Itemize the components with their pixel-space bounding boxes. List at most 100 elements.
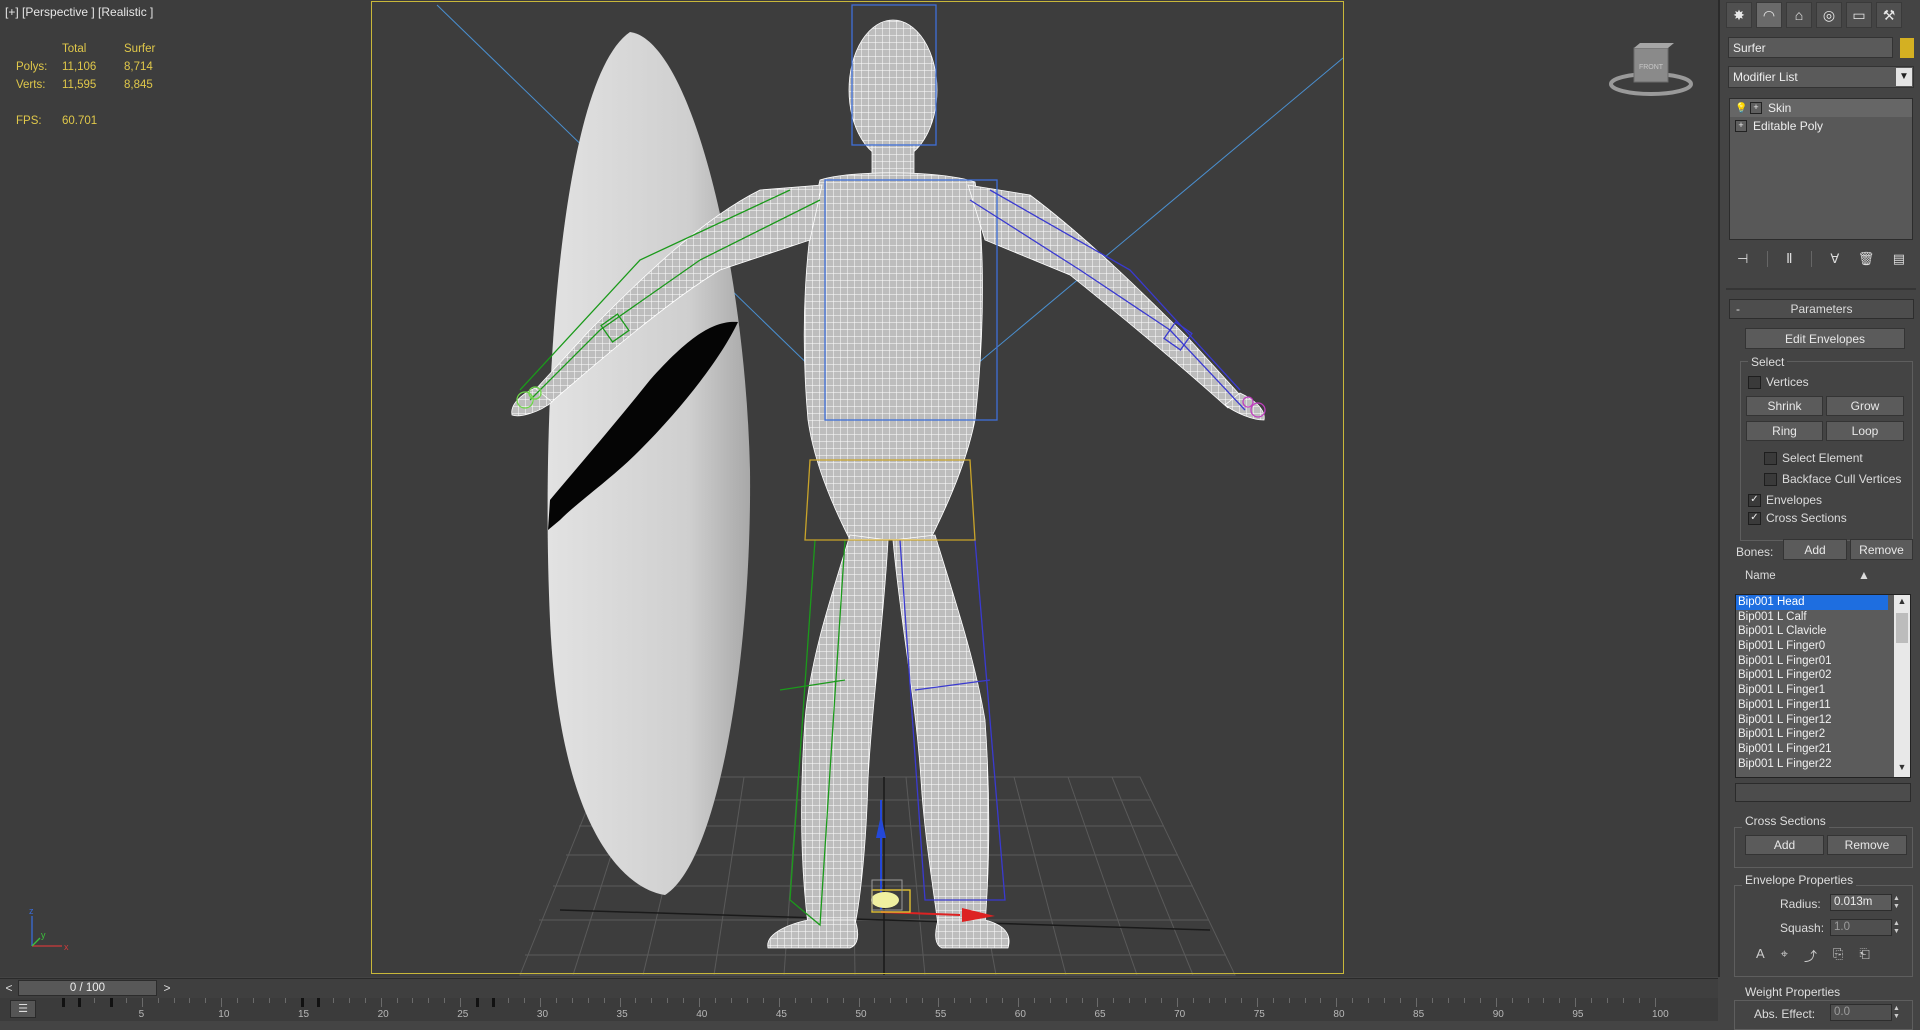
list-item[interactable]: Bip001 L Finger22 (1736, 757, 1910, 772)
list-item[interactable]: Bip001 L Clavicle (1736, 624, 1910, 639)
name-column-header[interactable]: Name (1745, 570, 1776, 582)
backface-cull-checkbox[interactable]: Backface Cull Vertices (1764, 472, 1901, 486)
ring-button[interactable]: Ring (1746, 421, 1823, 441)
keyframe-marker[interactable] (476, 998, 480, 1007)
scroll-thumb[interactable] (1896, 613, 1908, 643)
scene-render[interactable] (0, 0, 1718, 977)
expand-icon[interactable]: + (1750, 102, 1762, 114)
list-item[interactable]: Bip001 L Finger11 (1736, 698, 1910, 713)
configure-sets-icon[interactable]: ▤ (1893, 251, 1905, 267)
list-item[interactable]: Bip001 L Finger12 (1736, 713, 1910, 728)
loop-button[interactable]: Loop (1826, 421, 1904, 441)
track-bar[interactable]: ☰ 5 10 15 20 25 30 35 40 45 50 55 60 65 70 75 80 85 90 95 1… (0, 998, 1718, 1021)
keyframe-marker[interactable] (300, 998, 304, 1007)
scroll-up-icon[interactable]: ▲ (1894, 596, 1910, 610)
make-unique-icon[interactable]: ∀ (1830, 251, 1839, 267)
list-item[interactable]: Bip001 L Calf (1736, 610, 1910, 625)
absolute-relative-icon[interactable]: A (1756, 946, 1765, 964)
shrink-button[interactable]: Shrink (1746, 396, 1823, 416)
grow-button[interactable]: Grow (1826, 396, 1904, 416)
stack-item-editable-poly[interactable]: + Editable Poly (1730, 117, 1912, 135)
perspective-viewport[interactable]: [+] [Perspective ] [Realistic ] Total Su… (0, 0, 1720, 977)
squash-spinner[interactable]: 1.0 ▲ ▼ (1830, 919, 1900, 936)
checkbox-box[interactable] (1748, 375, 1761, 389)
modifier-list-dropdown[interactable]: Modifier List ▼ (1728, 66, 1914, 88)
radius-spinner[interactable]: 0.013m ▲ ▼ (1830, 894, 1900, 911)
list-item[interactable]: Bip001 L Finger21 (1736, 742, 1910, 757)
edit-envelopes-button[interactable]: Edit Envelopes (1745, 328, 1905, 349)
cross-sections-checkbox[interactable]: ✓ Cross Sections (1748, 511, 1847, 525)
keyframe-marker[interactable] (316, 998, 320, 1007)
viewcube[interactable]: FRONT (1606, 40, 1696, 100)
show-end-result-icon[interactable]: Ⅱ (1786, 251, 1792, 267)
modify-tab-icon[interactable]: ◠ (1756, 2, 1782, 28)
list-item[interactable]: Bip001 L Finger1 (1736, 683, 1910, 698)
checkbox-box[interactable] (1764, 451, 1777, 465)
time-slider[interactable]: < 0 / 100 > (0, 978, 1718, 998)
falloff-icon[interactable]: ⤴ (1804, 946, 1817, 964)
collapse-icon[interactable]: - (1736, 300, 1740, 318)
pin-stack-icon[interactable]: ⊣ (1737, 251, 1748, 267)
curve-editor-icon[interactable]: ☰ (10, 1000, 36, 1018)
stack-item-skin[interactable]: 💡 + Skin (1730, 99, 1912, 117)
add-bone-button[interactable]: Add (1783, 539, 1847, 560)
paste-envelope-icon[interactable]: ⎗ (1859, 946, 1869, 964)
remove-cross-section-button[interactable]: Remove (1827, 835, 1907, 855)
add-cross-section-button[interactable]: Add (1745, 835, 1824, 855)
vertices-checkbox[interactable]: Vertices (1748, 375, 1809, 389)
remove-modifier-icon[interactable]: 🗑 (1858, 251, 1875, 267)
timeline-frame-label: 80 (1333, 1009, 1345, 1020)
viewport-label-menu[interactable]: [+] [Perspective ] [Realistic ] (5, 5, 153, 19)
motion-tab-icon[interactable]: ◎ (1816, 2, 1842, 28)
spinner-arrows-icon[interactable]: ▲ ▼ (1893, 895, 1904, 911)
list-item[interactable]: Bip001 Head (1736, 595, 1888, 610)
list-item[interactable]: Bip001 L Finger0 (1736, 639, 1910, 654)
keyframe-marker[interactable] (77, 998, 81, 1007)
bone-list-scrollbar[interactable]: ▲ ▼ (1894, 595, 1910, 777)
envelopes-checkbox[interactable]: ✓ Envelopes (1748, 493, 1822, 507)
sort-ascending-icon[interactable]: ▲ (1858, 568, 1870, 582)
remove-bone-button[interactable]: Remove (1850, 539, 1913, 560)
list-item[interactable]: Bip001 L Finger2 (1736, 727, 1910, 742)
utilities-tab-icon[interactable]: ⚒ (1876, 2, 1902, 28)
next-frame-button[interactable]: > (160, 980, 174, 996)
display-tab-icon[interactable]: ▭ (1846, 2, 1872, 28)
radius-value[interactable]: 0.013m (1834, 896, 1872, 908)
abs-effect-value[interactable]: 0.0 (1834, 1006, 1850, 1018)
checkmark-icon[interactable]: ✓ (1748, 511, 1761, 525)
object-color-swatch[interactable] (1900, 38, 1914, 58)
time-slider-thumb[interactable]: 0 / 100 (18, 980, 157, 996)
viewcube-face-label: FRONT (1639, 64, 1664, 71)
timeline-tick (332, 998, 334, 1003)
bone-list-header[interactable]: Name ▲ (1737, 566, 1897, 586)
parameters-rollout-header[interactable]: - Parameters (1729, 299, 1914, 319)
checkmark-icon[interactable]: ✓ (1748, 493, 1761, 507)
keyframe-marker[interactable] (109, 998, 113, 1007)
list-item[interactable]: Bip001 L Finger02 (1736, 668, 1910, 683)
copy-envelope-icon[interactable]: ⎘ (1833, 946, 1843, 964)
envelope-visible-icon[interactable]: ⌖ (1781, 946, 1788, 964)
bone-name-filter-field[interactable] (1735, 783, 1911, 802)
squash-value[interactable]: 1.0 (1834, 921, 1850, 933)
keyframe-marker[interactable] (492, 998, 496, 1007)
object-name-field[interactable] (1728, 37, 1893, 58)
lightbulb-icon[interactable]: 💡 (1735, 103, 1747, 114)
keyframe-marker[interactable] (62, 998, 65, 1007)
hierarchy-tab-icon[interactable]: ⌂ (1786, 2, 1812, 28)
timeline-tick (1336, 998, 1338, 1007)
modifier-stack[interactable]: 💡 + Skin + Editable Poly (1729, 98, 1913, 240)
timeline-tick (173, 998, 175, 1003)
select-element-checkbox[interactable]: Select Element (1764, 451, 1863, 465)
expand-icon[interactable]: + (1735, 120, 1747, 132)
timeline-frame-label: 70 (1174, 1009, 1186, 1020)
bone-list[interactable]: Bip001 Head Bip001 L Calf Bip001 L Clavi… (1735, 594, 1911, 778)
list-item[interactable]: Bip001 L Finger01 (1736, 654, 1910, 669)
previous-frame-button[interactable]: < (2, 980, 16, 996)
abs-effect-spinner[interactable]: 0.0 ▲ ▼ (1830, 1004, 1900, 1021)
create-tab-icon[interactable]: ✸ (1726, 2, 1752, 28)
checkbox-box[interactable] (1764, 472, 1777, 486)
spinner-arrows-icon[interactable]: ▲ ▼ (1893, 920, 1904, 936)
spinner-arrows-icon[interactable]: ▲ ▼ (1893, 1005, 1904, 1021)
chevron-down-icon[interactable]: ▼ (1896, 68, 1912, 86)
scroll-down-icon[interactable]: ▼ (1894, 762, 1910, 776)
